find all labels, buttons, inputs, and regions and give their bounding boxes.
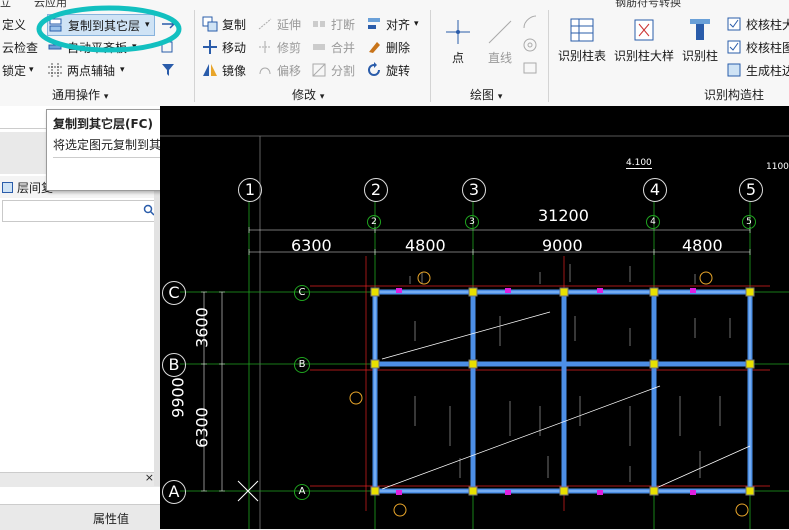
break-button[interactable]: 打断: [311, 14, 355, 34]
mirror-button[interactable]: 镜像: [202, 60, 246, 80]
axis-bubble-small: 4: [646, 215, 660, 229]
properties-header: ×: [0, 471, 160, 487]
elevation-right: 1100: [766, 162, 789, 172]
identify-column-detail-button[interactable]: 识别柱大样: [611, 16, 677, 64]
chevron-down-icon: ▾: [29, 65, 34, 75]
identify-column-button[interactable]: 识别柱: [678, 16, 722, 64]
group-divider: [430, 10, 431, 102]
dim-left-span: 3600: [192, 307, 212, 348]
group-label-general: 通用操作 ▾: [52, 88, 109, 102]
group-divider: [194, 10, 195, 102]
properties-footer: 属性值: [0, 504, 160, 530]
close-icon[interactable]: ×: [145, 471, 154, 484]
move-button[interactable]: 移动: [202, 37, 246, 57]
trim-button[interactable]: 修剪: [257, 37, 301, 57]
eraser-icon: [369, 42, 380, 53]
table-icon: [570, 18, 594, 42]
drawing: [160, 135, 789, 529]
align-button[interactable]: 对齐 ▾: [366, 14, 419, 34]
search-input[interactable]: [2, 200, 160, 222]
column-icon: [690, 19, 710, 40]
filter-icon[interactable]: [160, 62, 176, 78]
tab-rebar-symbol[interactable]: 钢筋符号转换: [615, 0, 681, 8]
cad-canvas[interactable]: 1 2 3 4 5 2 3 4 5 C B A C B A 31200 6300…: [160, 106, 789, 529]
mirror-icon: [203, 64, 217, 76]
group-label-identify: 识别构造柱: [704, 88, 765, 102]
extend-button[interactable]: 延伸: [257, 14, 301, 34]
split-button[interactable]: 分割: [311, 60, 355, 80]
rect-icon[interactable]: [522, 60, 538, 76]
split-icon: [312, 63, 326, 77]
cloud-check-button[interactable]: 云检查: [2, 37, 38, 57]
point-icon: [446, 20, 470, 44]
generate-column-edge-button[interactable]: 生成柱边: [726, 60, 789, 80]
group-divider: [548, 10, 549, 102]
dim-span: 4800: [405, 236, 446, 255]
axis-bubble-small: 3: [465, 215, 479, 229]
chevron-down-icon: ▾: [120, 65, 125, 75]
chevron-down-icon: ▾: [414, 19, 419, 29]
axis-bubble-small: 2: [367, 215, 381, 229]
point-button[interactable]: 点: [440, 18, 476, 66]
define-button[interactable]: 定义: [2, 14, 26, 34]
check-icon: [727, 17, 741, 31]
extend-icon: [258, 18, 272, 30]
dim-span: 6300: [291, 236, 332, 255]
dim-total: 31200: [538, 206, 589, 225]
rotate-icon: [368, 62, 380, 76]
highlight-ellipse: [36, 5, 182, 53]
merge-icon: [313, 44, 325, 50]
offset-icon: [259, 67, 271, 75]
trim-icon: [259, 41, 271, 53]
move-icon: [203, 40, 217, 54]
identify-column-table-button[interactable]: 识别柱表: [554, 16, 610, 64]
dim-left-total: 9900: [168, 377, 188, 418]
floor-icon: [2, 181, 13, 193]
arc-icon[interactable]: [522, 14, 538, 30]
dim-span: 4800: [682, 236, 723, 255]
delete-button[interactable]: 删除: [366, 37, 410, 57]
copy-button[interactable]: 复制: [202, 14, 246, 34]
tab-fragment[interactable]: 立: [0, 0, 11, 8]
tooltip-title: 复制到其它层(FC): [53, 117, 153, 131]
line-button[interactable]: 直线: [480, 18, 520, 66]
circle-icon[interactable]: [522, 37, 538, 53]
two-point-axis-button[interactable]: 两点辅轴 ▾: [47, 60, 125, 80]
group-label-draw: 绘图 ▾: [470, 88, 503, 102]
generate-icon: [727, 63, 741, 77]
group-label-modify: 修改 ▾: [292, 88, 325, 102]
check-column-figure-button[interactable]: 校核柱图: [726, 37, 789, 57]
check-icon: [727, 40, 741, 54]
axis-grid-icon: [48, 63, 62, 77]
align-icon: [368, 18, 380, 29]
axis-bubble: 5: [739, 178, 763, 202]
axis-bubble: 3: [462, 178, 486, 202]
axis-bubble: 2: [364, 178, 388, 202]
rotate-button[interactable]: 旋转: [366, 60, 410, 80]
check-column-detail-button[interactable]: 校核柱大: [726, 14, 789, 34]
offset-button[interactable]: 偏移: [257, 60, 301, 80]
axis-bubble-small: 5: [742, 215, 756, 229]
dim-left-span: 6300: [192, 407, 212, 448]
axis-bubble: 1: [238, 178, 262, 202]
axis-bubble: 4: [643, 178, 667, 202]
axis-bubble-small: B: [294, 357, 310, 373]
elevation-note: 4.100: [626, 158, 652, 169]
lock-button[interactable]: 锁定 ▾: [2, 60, 34, 80]
axis-bubble: C: [162, 281, 186, 305]
copy-icon: [202, 16, 218, 32]
axis-bubble: A: [162, 480, 186, 504]
column-detail-icon: [634, 19, 654, 41]
break-icon: [313, 21, 325, 27]
merge-button[interactable]: 合并: [311, 37, 355, 57]
line-icon: [488, 20, 512, 44]
axis-bubble-small: C: [294, 285, 310, 301]
axis-bubble-small: A: [294, 484, 310, 500]
dim-span: 9000: [542, 236, 583, 255]
